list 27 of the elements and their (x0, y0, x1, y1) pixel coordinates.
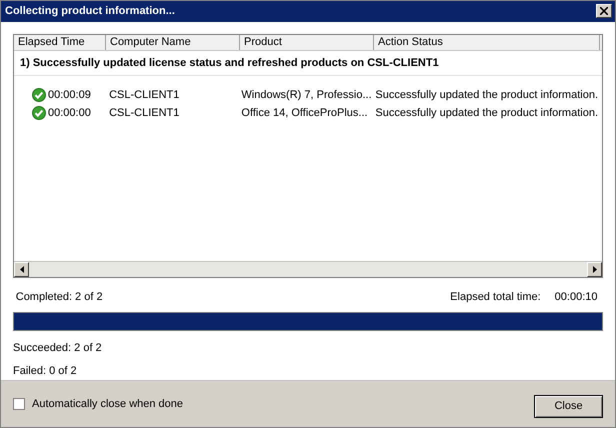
failed-count: Failed: 0 of 2 (13, 364, 78, 380)
column-header[interactable]: Computer Name (106, 34, 240, 50)
table-cell-text: Successfully updated the product information. (374, 106, 599, 121)
elapsed-value: 00:00:10 (554, 290, 598, 306)
close-icon (600, 7, 608, 16)
close-button[interactable]: Close (534, 394, 603, 418)
succeeded-count: Succeeded: 2 of 2 (13, 340, 103, 356)
checkbox-label: Automatically close when done (32, 396, 184, 412)
table-cell-text: 00:00:09 (48, 88, 91, 103)
column-header[interactable]: Elapsed Time (14, 34, 106, 50)
scroll-left-icon[interactable] (14, 262, 29, 277)
table-cell-text: Windows(R) 7, Professio... (240, 88, 372, 103)
column-header[interactable]: Action Status (374, 34, 600, 50)
horizontal-scrollbar[interactable] (14, 260, 602, 277)
window-title: Collecting product information... (5, 4, 175, 20)
close-button[interactable] (596, 4, 612, 18)
elapsed-label: Elapsed total time: (450, 290, 541, 306)
table-cell-text: CSL-CLIENT1 (108, 106, 180, 121)
auto-close-checkbox[interactable] (13, 398, 25, 410)
column-header[interactable]: Product (240, 34, 374, 50)
table-cell-text: Successfully updated the product information. (374, 88, 599, 103)
table-cell-text: 00:00:00 (48, 106, 91, 121)
group-header: 1) Successfully updated license status and refreshed products on CSL-CLIENT1 (14, 50, 602, 76)
completed-count: Completed: 2 of 2 (16, 290, 103, 306)
scroll-right-icon[interactable] (587, 262, 602, 277)
table-cell-text: CSL-CLIENT1 (108, 88, 180, 103)
table-cell-text: Office 14, OfficeProPlus... (240, 106, 369, 121)
